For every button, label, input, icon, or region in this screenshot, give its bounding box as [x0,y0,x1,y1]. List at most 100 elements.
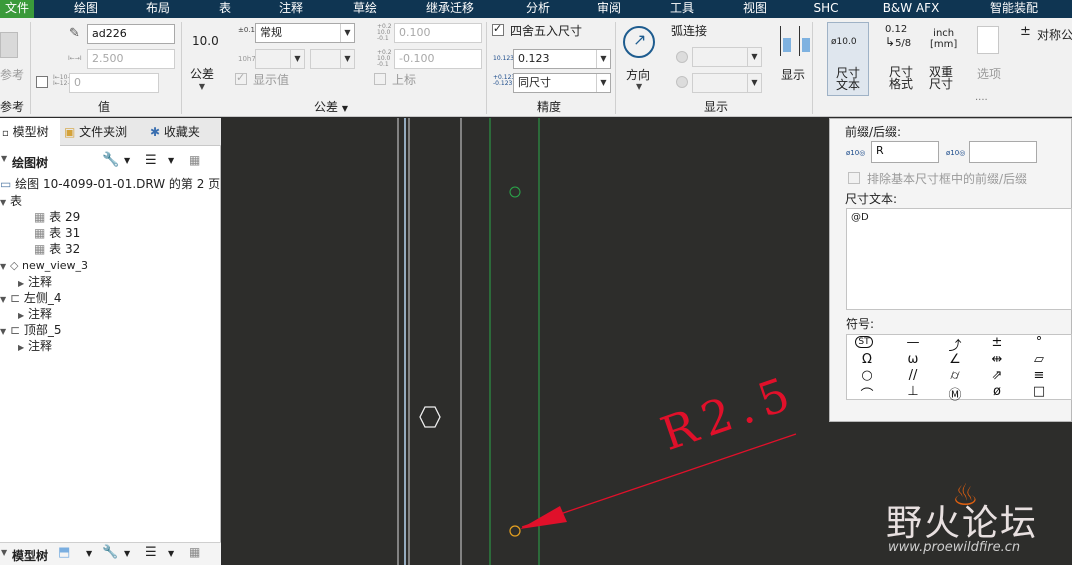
lower-tolerance-input[interactable]: -0.100 [394,49,482,69]
menu-analysis[interactable]: 分析 [515,0,561,18]
show-value-checkbox[interactable] [235,71,247,85]
menu-table[interactable]: 表 [208,0,242,18]
omega-symbol[interactable]: ω [901,352,925,367]
expand-icon[interactable]: ▼ [0,195,10,211]
expand-icon[interactable]: ▼ [0,292,10,308]
dual-dim-button[interactable]: 双重尺寸 [927,66,955,90]
diameter-symbol[interactable]: ø [985,384,1009,399]
dim-text-button[interactable]: ø10.0 尺寸文本 [827,22,869,96]
collapse-icon[interactable]: ▼ [1,154,11,163]
direction-button[interactable]: ↗ [623,26,655,58]
reference-button-label[interactable]: 参考 [0,66,24,83]
tolerance-group-label[interactable]: 公差 ▼ [314,98,348,115]
arc-option-select-2[interactable]: ▼ [692,73,762,93]
chevron-down-icon[interactable]: ▼ [168,156,174,165]
dimension-value-input[interactable]: 2.500 [87,49,175,69]
profile-line-symbol[interactable]: ⌒ [855,384,879,403]
menu-view[interactable]: 视图 [732,0,778,18]
circular-runout-symbol[interactable]: ⇗ [985,368,1009,383]
tree-item-tables[interactable]: ▼ 表 [0,193,22,209]
arc-option-select-1[interactable]: ▼ [692,47,762,67]
override-value-checkbox[interactable] [36,76,48,88]
show-list-icon[interactable]: ☰ [145,545,157,560]
filter-icon[interactable]: ▦ [189,153,200,167]
superscript-checkbox[interactable] [374,73,386,85]
override-value-input[interactable]: 0 [69,73,159,93]
exclude-prefix-suffix-checkbox[interactable] [848,172,860,184]
show-list-icon[interactable]: ☰ [145,153,157,168]
suffix-input[interactable] [969,141,1037,163]
arc-radio-2[interactable] [676,76,688,88]
chevron-down-icon: ▼ [636,82,643,91]
tree-item-view-3[interactable]: ▼ ◇ new_view_3 [0,258,88,274]
parallelism-symbol[interactable]: // [901,368,925,383]
filter-icon[interactable]: ▦ [189,545,200,559]
chevron-down-icon[interactable]: ▼ [124,156,130,165]
degree-symbol[interactable]: ° [1027,335,1051,350]
tolerance-decimal-select[interactable]: 同尺寸 ▼ [513,73,611,93]
perpendicularity-symbol[interactable]: ⊥ [901,384,925,399]
tree-item-annotations[interactable]: ▶ 注释 [18,274,52,290]
tolerance-mode-select[interactable]: 常规 ▼ [255,23,355,43]
show-label[interactable]: 显示 [781,66,805,83]
hole-class-select[interactable]: ▼ [255,49,305,69]
expand-icon[interactable]: ▼ [0,259,10,275]
circularity-symbol[interactable]: ○ [855,368,879,383]
arc-radio-1[interactable] [676,51,688,63]
statistical-tolerance-symbol[interactable]: ST [855,336,873,348]
menu-smart-assembly[interactable]: 智能装配 [978,0,1050,18]
round-dimension-checkbox[interactable] [492,22,504,36]
ohm-symbol[interactable]: Ω [855,352,879,367]
straightness-symbol[interactable]: — [901,335,925,350]
expand-icon[interactable]: ▶ [18,340,28,356]
tree-item-table-32[interactable]: ▦ 表 32 [34,241,80,257]
dimension-name-input[interactable]: ad226 [87,24,175,44]
chevron-down-icon[interactable]: ▼ [124,549,130,558]
menu-annotate[interactable]: 注释 [268,0,314,18]
square-symbol[interactable]: □ [1027,384,1051,399]
overflow-dots[interactable]: ···· [975,95,988,106]
menu-legacy-migration[interactable]: 继承迁移 [418,0,482,18]
dim-format-button[interactable]: 尺寸格式 [887,66,915,90]
angularity-symbol[interactable]: ∠ [943,352,967,367]
menu-shc[interactable]: SHC [806,0,846,18]
tree-item-table-31[interactable]: ▦ 表 31 [34,225,80,241]
shaft-class-select[interactable]: ▼ [310,49,355,69]
menu-drawing[interactable]: 绘图 [62,0,110,18]
menu-tools[interactable]: 工具 [659,0,705,18]
tree-item-annotations[interactable]: ▶ 注释 [18,306,52,322]
tab-model-tree[interactable]: ▫ 模型树 [0,118,60,146]
menu-sketch[interactable]: 草绘 [342,0,388,18]
plus-minus-symbol[interactable]: ± [985,335,1009,350]
tab-favorites[interactable]: ✱ 收藏夹 [150,118,220,146]
tree-item-annotations[interactable]: ▶ 注释 [18,338,52,354]
menu-review[interactable]: 审阅 [586,0,632,18]
menu-layout[interactable]: 布局 [136,0,180,18]
collapse-icon[interactable]: ▼ [1,548,11,557]
part-icon[interactable]: ⬒ [58,545,70,560]
prefix-input[interactable]: R [871,141,939,163]
menu-file[interactable]: 文件 [0,0,34,18]
symmetric-tolerance-label[interactable]: 对称公 [1037,26,1072,43]
tree-item-table-29[interactable]: ▦ 表 29 [34,209,80,225]
chevron-down-icon[interactable]: ▼ [86,549,92,558]
cylindricity-symbol[interactable]: ⌭ [943,368,967,383]
tolerance-button[interactable]: 公差 ▼ [186,65,218,91]
settings-icon[interactable]: 🔧 [102,545,118,560]
menu-bw-afx[interactable]: B&W AFX [878,0,944,18]
chevron-down-icon[interactable]: ▼ [168,549,174,558]
between-symbol[interactable]: ⇹ [985,352,1009,367]
dim-text-textarea[interactable]: @D [846,208,1072,310]
tab-folder-browser[interactable]: ▣ 文件夹浏 [64,118,136,146]
expand-icon[interactable]: ▼ [0,324,10,340]
upper-tolerance-input[interactable]: 0.100 [394,23,482,43]
tree-item-drawing-sheet[interactable]: ▭ 绘图 10-4099-01-01.DRW 的第 2 页 [0,176,220,192]
options-button[interactable]: 选项 [977,65,1001,82]
max-material-symbol[interactable]: Ⓜ [943,384,967,403]
decimal-places-select[interactable]: 0.123 ▼ [513,49,611,69]
symmetry-symbol[interactable]: ≡ [1027,368,1051,383]
tree-item-left-view-4[interactable]: ▼ ⊏ 左侧_4 [0,290,62,306]
tree-item-top-view-5[interactable]: ▼ ⊏ 顶部_5 [0,322,62,338]
settings-icon[interactable]: 🔧 [102,152,119,168]
flatness-symbol[interactable]: ▱ [1027,352,1051,367]
